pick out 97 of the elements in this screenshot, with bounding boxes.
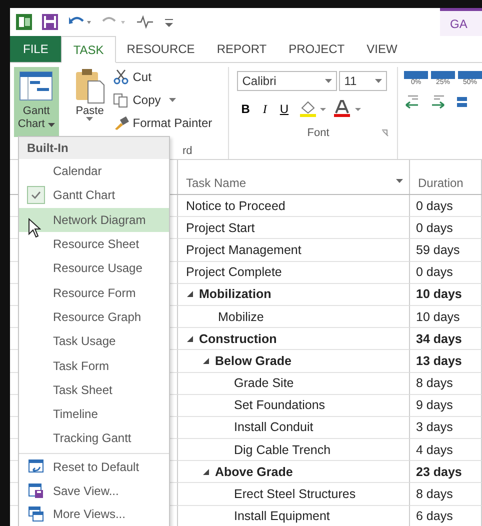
- paste-button[interactable]: Paste: [70, 67, 109, 135]
- task-name-cell: Project Start: [186, 220, 255, 235]
- menu-item[interactable]: Task Form: [19, 353, 169, 378]
- italic-button[interactable]: I: [258, 102, 271, 116]
- ribbon-tab[interactable]: TASK: [61, 36, 116, 63]
- task-name-cell: Install Conduit: [234, 420, 314, 434]
- duration-cell: 8 days: [416, 487, 453, 502]
- menu-item[interactable]: Gantt Chart: [19, 183, 169, 208]
- menu-item[interactable]: Resource Form: [19, 280, 169, 305]
- duration-cell: 13 days: [416, 354, 462, 368]
- column-header[interactable]: Task Name: [186, 176, 246, 190]
- font-color-icon[interactable]: [332, 100, 363, 118]
- font-name-field[interactable]: Calibri: [237, 71, 338, 91]
- duration-cell: 4 days: [416, 442, 453, 457]
- clipboard-icon: [74, 67, 106, 105]
- column-header[interactable]: Duration: [418, 176, 464, 190]
- task-name-cell: Dig Cable Trench: [234, 442, 331, 457]
- task-name-cell: Install Equipment: [234, 509, 330, 524]
- underline-button[interactable]: U: [276, 102, 293, 116]
- group-label: rd: [182, 145, 192, 157]
- menu-item[interactable]: Resource Usage: [19, 256, 169, 280]
- task-name-cell: Mobilize: [218, 310, 264, 324]
- contextual-tab-label: GA: [440, 8, 482, 36]
- duration-cell: 3 days: [416, 420, 453, 434]
- duration-cell: 10 days: [416, 310, 460, 324]
- customize-icon[interactable]: [164, 16, 174, 28]
- copy-icon: [112, 92, 129, 108]
- task-name-cell: Notice to Proceed: [186, 198, 286, 213]
- ribbon-tab[interactable]: PROJECT: [278, 36, 356, 62]
- paintbrush-icon: [112, 115, 129, 131]
- menu-item[interactable]: More Views...: [19, 502, 169, 526]
- menu-item[interactable]: Task Sheet: [19, 378, 169, 402]
- format-painter-button[interactable]: Format Painter: [112, 113, 212, 133]
- menu-item[interactable]: Save View...: [19, 479, 169, 503]
- copy-button[interactable]: Copy: [112, 90, 212, 110]
- dialog-launcher-icon[interactable]: [381, 129, 389, 137]
- duration-cell: 23 days: [416, 464, 462, 479]
- task-name-cell: Below Grade: [215, 354, 292, 368]
- caret-icon: [168, 98, 176, 102]
- caret-icon: [48, 123, 55, 128]
- duration-cell: 0 days: [416, 220, 453, 235]
- save-icon[interactable]: [42, 14, 58, 30]
- task-name-cell: Project Complete: [186, 265, 282, 280]
- collapse-triangle-icon[interactable]: [202, 468, 210, 476]
- ribbon-tab[interactable]: RESOURCE: [116, 36, 206, 62]
- menu-header: Built-In: [27, 141, 68, 155]
- menu-item[interactable]: Resource Graph: [19, 304, 169, 330]
- menu-item[interactable]: Network Diagram: [19, 208, 169, 232]
- collapse-triangle-icon[interactable]: [186, 334, 194, 343]
- ribbon-tab[interactable]: VIEW: [356, 36, 408, 62]
- task-name-cell: Construction: [199, 332, 277, 346]
- collapse-triangle-icon[interactable]: [202, 356, 210, 365]
- link-icon[interactable]: [456, 94, 468, 110]
- duration-cell: 10 days: [416, 287, 462, 302]
- task-name-cell: Above Grade: [215, 464, 293, 479]
- menu-item[interactable]: Tracking Gantt: [19, 426, 169, 451]
- duration-cell: 6 days: [416, 509, 453, 524]
- caret-icon: [375, 79, 382, 83]
- more-views-icon: [28, 506, 44, 522]
- group-label: Font: [307, 127, 330, 139]
- cut-button[interactable]: Cut: [112, 67, 212, 87]
- reset-view-icon: [28, 459, 44, 476]
- menu-item[interactable]: Task Usage: [19, 329, 169, 354]
- task-name-cell: Project Management: [186, 242, 302, 257]
- pulse-icon[interactable]: [136, 15, 154, 29]
- scissors-icon: [112, 69, 129, 85]
- gantt-chart-icon: [19, 71, 54, 101]
- duration-cell: 34 days: [416, 332, 462, 346]
- app-icon: [16, 14, 32, 30]
- file-tab[interactable]: FILE: [10, 36, 62, 62]
- task-name-cell: Grade Site: [234, 376, 294, 390]
- duration-cell: 0 days: [416, 198, 453, 213]
- collapse-triangle-icon[interactable]: [186, 290, 194, 298]
- ribbon-tab[interactable]: REPORT: [206, 36, 278, 62]
- menu-item[interactable]: Calendar: [19, 159, 169, 184]
- save-view-icon: [28, 482, 44, 499]
- font-size-field[interactable]: 11: [339, 71, 388, 91]
- mouse-pointer-icon: [28, 218, 41, 238]
- duration-cell: 59 days: [416, 242, 460, 257]
- duration-cell: 0 days: [416, 265, 453, 280]
- column-filter-caret-icon[interactable]: [396, 179, 403, 183]
- progress-bar-icon: [431, 71, 455, 79]
- caret-icon: [86, 117, 94, 121]
- caret-icon: [325, 79, 332, 83]
- bold-button[interactable]: B: [237, 102, 254, 116]
- menu-item[interactable]: Timeline: [19, 402, 169, 426]
- task-name-cell: Set Foundations: [234, 398, 326, 412]
- task-name-cell: Erect Steel Structures: [234, 487, 356, 502]
- menu-item[interactable]: Resource Sheet: [19, 232, 169, 256]
- progress-bar-icon: [404, 71, 428, 79]
- progress-bar-icon: [458, 71, 482, 79]
- menu-item[interactable]: Reset to Default: [19, 456, 169, 480]
- highlight-icon[interactable]: [298, 100, 328, 118]
- gantt-chart-button[interactable]: Gantt Chart: [14, 67, 59, 137]
- task-name-cell: Mobilization: [199, 287, 272, 302]
- duration-cell: 9 days: [416, 398, 453, 412]
- duration-cell: 8 days: [416, 376, 453, 390]
